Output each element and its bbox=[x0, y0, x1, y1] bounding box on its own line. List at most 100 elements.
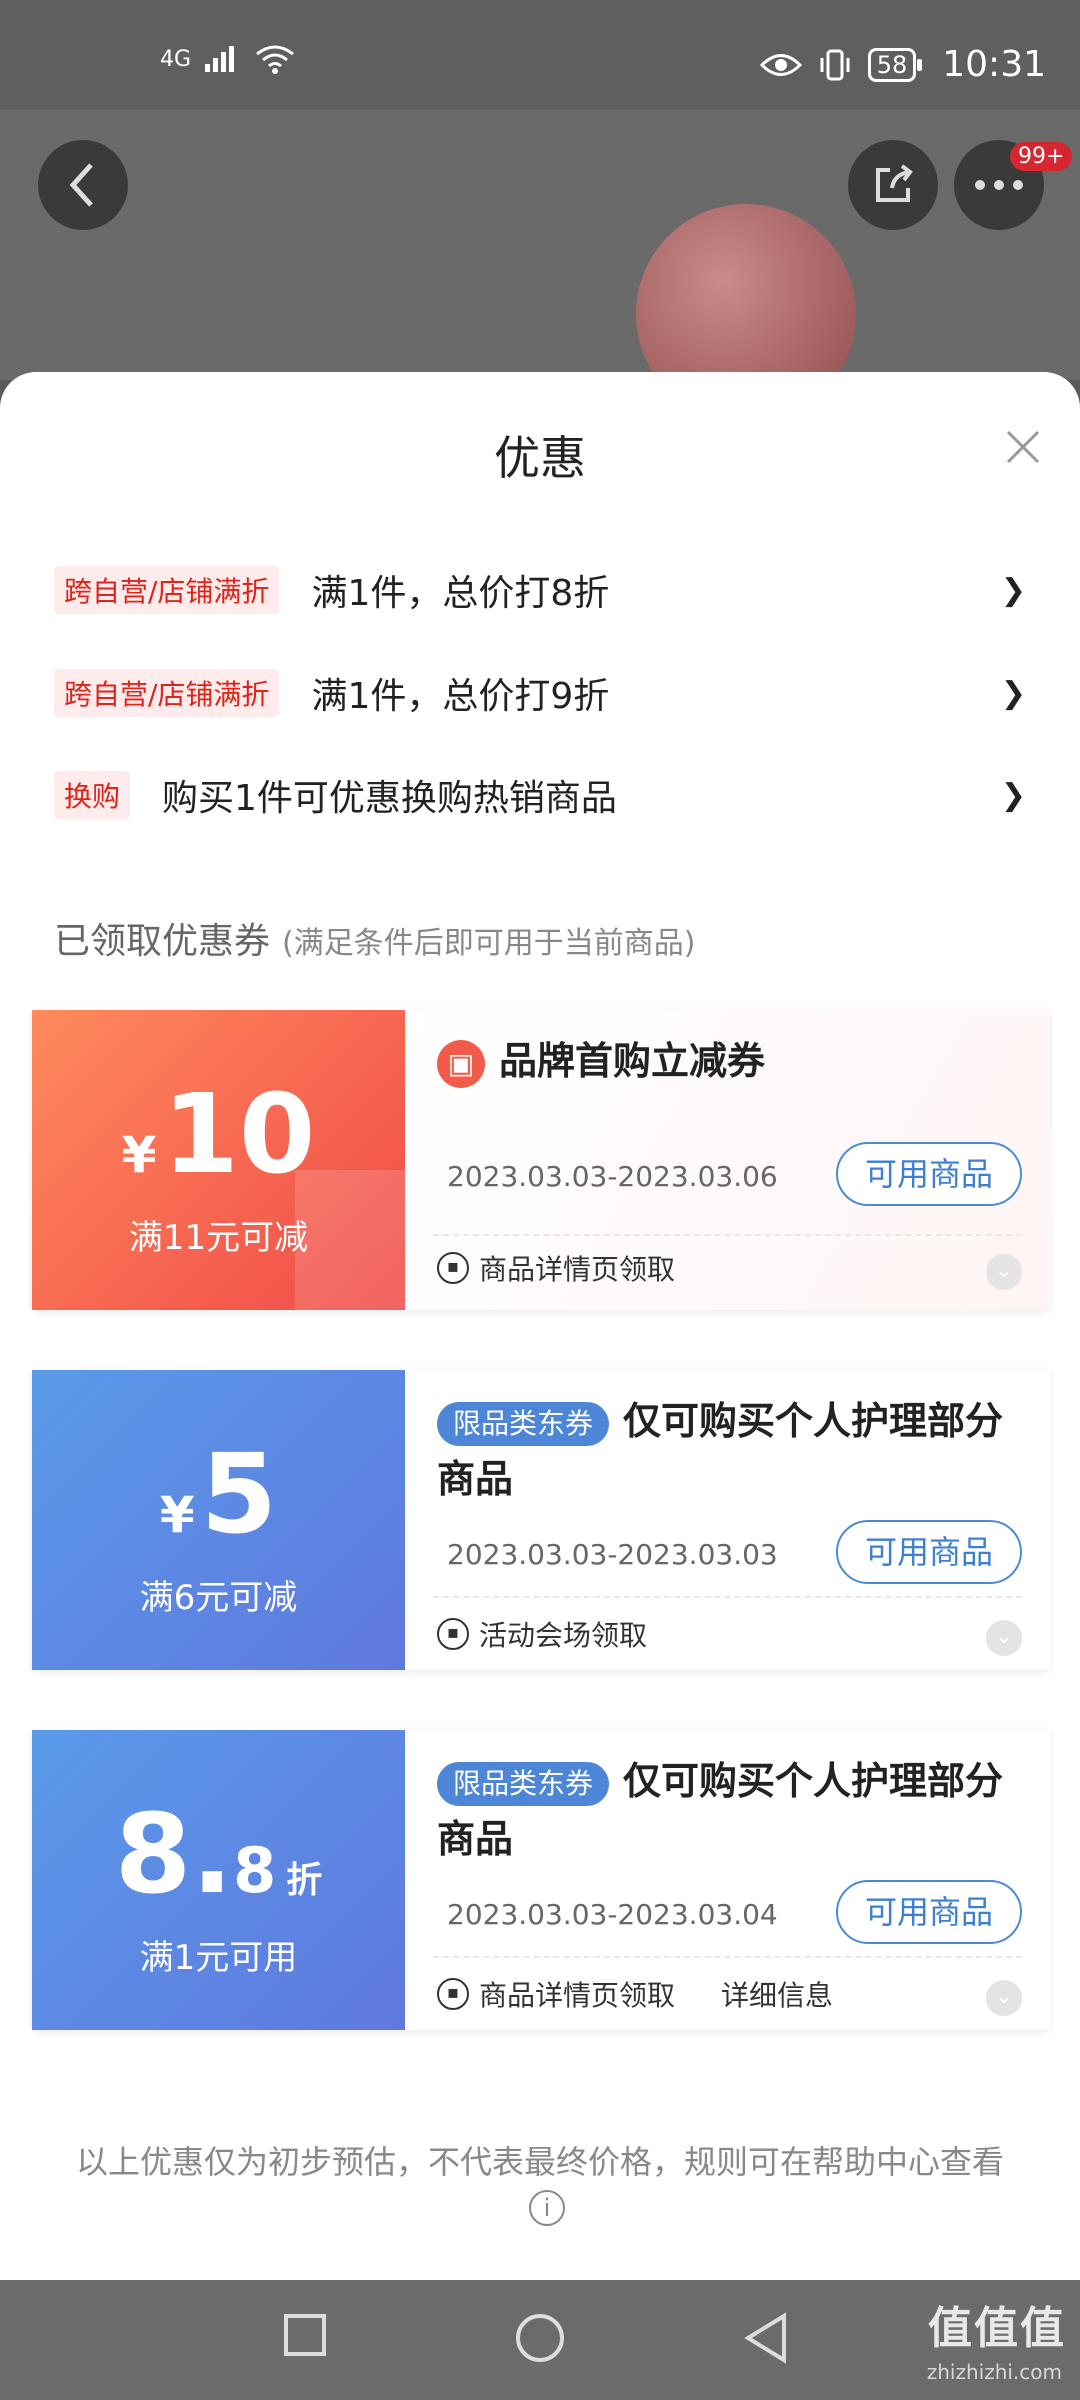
triangle-back-icon bbox=[744, 2312, 786, 2364]
recents-button[interactable] bbox=[280, 2310, 340, 2370]
discount-unit: 折 bbox=[286, 1860, 323, 1901]
notification-badge: 99+ bbox=[1010, 142, 1073, 171]
promo-tag: 换购 bbox=[54, 771, 131, 819]
coupon-details: ▣ 品牌首购立减券 2023.03.03-2023.03.06 可用商品 ▪ 商品详… bbox=[405, 1010, 1050, 1310]
promo-tag: 跨自营/店铺满折 bbox=[54, 669, 280, 717]
square-icon bbox=[284, 2314, 326, 2356]
category-tag: 限品类东券 bbox=[437, 1401, 610, 1446]
coupon-value-panel: ¥10 满11元可减 bbox=[32, 1010, 405, 1310]
expand-icon[interactable]: ⌄ bbox=[986, 1620, 1022, 1656]
section-subtitle: (满足条件后即可用于当前商品) bbox=[282, 926, 696, 961]
section-title: 已领取优惠券 (满足条件后即可用于当前商品) bbox=[54, 912, 695, 964]
watermark: 值值值 bbox=[928, 2303, 1066, 2354]
discount-dot: . bbox=[191, 1790, 234, 1918]
amount-value: 5 bbox=[200, 1430, 278, 1558]
available-products-button[interactable]: 可用商品 bbox=[836, 1142, 1022, 1206]
chevron-right-icon: ❯ bbox=[1000, 777, 1026, 813]
coupon-card: ¥5 满6元可减 限品类东券 仅可购买个人护理部分商品 2023.03.03-20… bbox=[32, 1370, 1050, 1670]
discount-integer: 8 bbox=[114, 1790, 192, 1918]
battery-indicator: 58 bbox=[867, 47, 922, 82]
network-label: 4G bbox=[160, 46, 192, 72]
chevron-right-icon: ❯ bbox=[1000, 675, 1026, 711]
coupon-condition: 满11元可减 bbox=[128, 1218, 309, 1258]
promo-row[interactable]: 换购 购买1件可优惠换购热销商品 ❯ bbox=[54, 760, 1026, 830]
coupon-source: ▪ 商品详情页领取 bbox=[437, 1248, 675, 1288]
share-button[interactable] bbox=[848, 140, 938, 230]
coupon-source: ▪ 商品详情页领取 详细信息 bbox=[437, 1974, 833, 2014]
available-products-button[interactable]: 可用商品 bbox=[836, 1880, 1022, 1944]
coupon-amount: ¥5 bbox=[32, 1430, 405, 1558]
watermark-url: zhizhizhi.com bbox=[926, 2360, 1062, 2384]
category-tag: 限品类东券 bbox=[437, 1761, 610, 1806]
back-nav-button[interactable] bbox=[740, 2310, 800, 2370]
section-title-text: 已领取优惠券 bbox=[54, 921, 271, 962]
status-right: 58 10:31 bbox=[759, 44, 1046, 85]
coupon-source-text: 商品详情页领取 bbox=[479, 1979, 676, 2012]
promo-text: 满1件，总价打8折 bbox=[311, 573, 610, 614]
coupon-date: 2023.03.03-2023.03.04 bbox=[447, 1898, 778, 1931]
eye-icon bbox=[759, 53, 802, 76]
circle-icon bbox=[516, 2314, 564, 2362]
coupon-title: ▣ 品牌首购立减券 bbox=[437, 1032, 1010, 1090]
sheet-title: 优惠 bbox=[494, 431, 586, 485]
chevron-right-icon: ❯ bbox=[1000, 572, 1026, 608]
coupon-title: 限品类东券 仅可购买个人护理部分商品 bbox=[437, 1392, 1010, 1508]
coupon-source: ▪ 活动会场领取 bbox=[437, 1614, 647, 1654]
more-dots-icon bbox=[975, 180, 1023, 190]
promo-text: 购买1件可优惠换购热销商品 bbox=[162, 778, 617, 819]
vibrate-icon bbox=[820, 49, 850, 80]
status-left: 4G bbox=[160, 44, 295, 74]
promo-row[interactable]: 跨自营/店铺满折 满1件，总价打9折 ❯ bbox=[54, 658, 1026, 728]
expand-icon[interactable]: ⌄ bbox=[986, 1254, 1022, 1290]
gift-box-icon: ▣ bbox=[437, 1039, 485, 1088]
promo-text: 满1件，总价打9折 bbox=[311, 676, 610, 717]
ticket-icon: ▪ bbox=[437, 1618, 469, 1650]
promo-tag: 跨自营/店铺满折 bbox=[54, 566, 280, 614]
details-link[interactable]: 详细信息 bbox=[721, 1974, 833, 2014]
back-arrow-icon bbox=[69, 163, 93, 207]
expand-icon[interactable]: ⌄ bbox=[986, 1980, 1022, 2016]
wifi-icon bbox=[256, 45, 294, 74]
currency-symbol: ¥ bbox=[159, 1486, 195, 1544]
coupon-value-panel: 8.8 折 满1元可用 bbox=[32, 1730, 405, 2030]
coupon-card: 8.8 折 满1元可用 限品类东券 仅可购买个人护理部分商品 2023.03.03-… bbox=[32, 1730, 1050, 2030]
close-icon bbox=[1006, 430, 1040, 464]
status-bar: 4G 58 10:31 bbox=[0, 0, 1080, 110]
system-nav-bar bbox=[0, 2280, 1080, 2400]
coupon-title-text: 品牌首购立减券 bbox=[499, 1039, 766, 1083]
coupon-source-text: 商品详情页领取 bbox=[479, 1253, 676, 1286]
promo-row[interactable]: 跨自营/店铺满折 满1件，总价打8折 ❯ bbox=[54, 555, 1026, 625]
coupon-amount: 8.8 折 bbox=[32, 1790, 405, 1918]
clock: 10:31 bbox=[942, 44, 1046, 85]
coupon-title: 限品类东券 仅可购买个人护理部分商品 bbox=[437, 1752, 1010, 1868]
coupon-details: 限品类东券 仅可购买个人护理部分商品 2023.03.03-2023.03.03 … bbox=[405, 1370, 1050, 1670]
available-products-button[interactable]: 可用商品 bbox=[836, 1520, 1022, 1584]
back-button[interactable] bbox=[38, 140, 128, 230]
coupon-source-text: 活动会场领取 bbox=[479, 1619, 648, 1652]
divider bbox=[433, 1596, 1022, 1598]
footer-note-text: 以上优惠仅为初步预估，不代表最终价格，规则可在帮助中心查看 bbox=[75, 2143, 1004, 2181]
offers-sheet: 优惠 跨自营/店铺满折 满1件，总价打8折 ❯ 跨自营/店铺满折 满1件，总价打… bbox=[0, 372, 1080, 2280]
info-icon[interactable]: i bbox=[529, 2190, 565, 2226]
ticket-icon: ▪ bbox=[437, 1252, 469, 1284]
share-icon bbox=[876, 164, 913, 202]
product-image bbox=[636, 204, 856, 380]
coupon-condition: 满1元可用 bbox=[139, 1938, 298, 1978]
signal-icon bbox=[205, 46, 235, 72]
currency-symbol: ¥ bbox=[121, 1126, 157, 1184]
coupon-card: ¥10 满11元可减 ▣ 品牌首购立减券 2023.03.03-2023.03.0… bbox=[32, 1010, 1050, 1310]
amount-value: 10 bbox=[162, 1070, 316, 1198]
footer-note: 以上优惠仅为初步预估，不代表最终价格，规则可在帮助中心查看 i bbox=[60, 2140, 1020, 2228]
coupon-value-panel: ¥5 满6元可减 bbox=[32, 1370, 405, 1670]
divider bbox=[433, 1234, 1022, 1236]
coupon-details: 限品类东券 仅可购买个人护理部分商品 2023.03.03-2023.03.04 … bbox=[405, 1730, 1050, 2030]
coupon-condition: 满6元可减 bbox=[139, 1578, 298, 1618]
close-button[interactable] bbox=[998, 424, 1048, 474]
coupon-amount: ¥10 bbox=[32, 1070, 405, 1198]
coupon-date: 2023.03.03-2023.03.03 bbox=[447, 1538, 778, 1571]
coupon-date: 2023.03.03-2023.03.06 bbox=[447, 1160, 778, 1193]
discount-decimal: 8 bbox=[233, 1834, 277, 1907]
ticket-icon: ▪ bbox=[437, 1978, 469, 2010]
home-button[interactable] bbox=[512, 2310, 572, 2370]
divider bbox=[433, 1956, 1022, 1958]
